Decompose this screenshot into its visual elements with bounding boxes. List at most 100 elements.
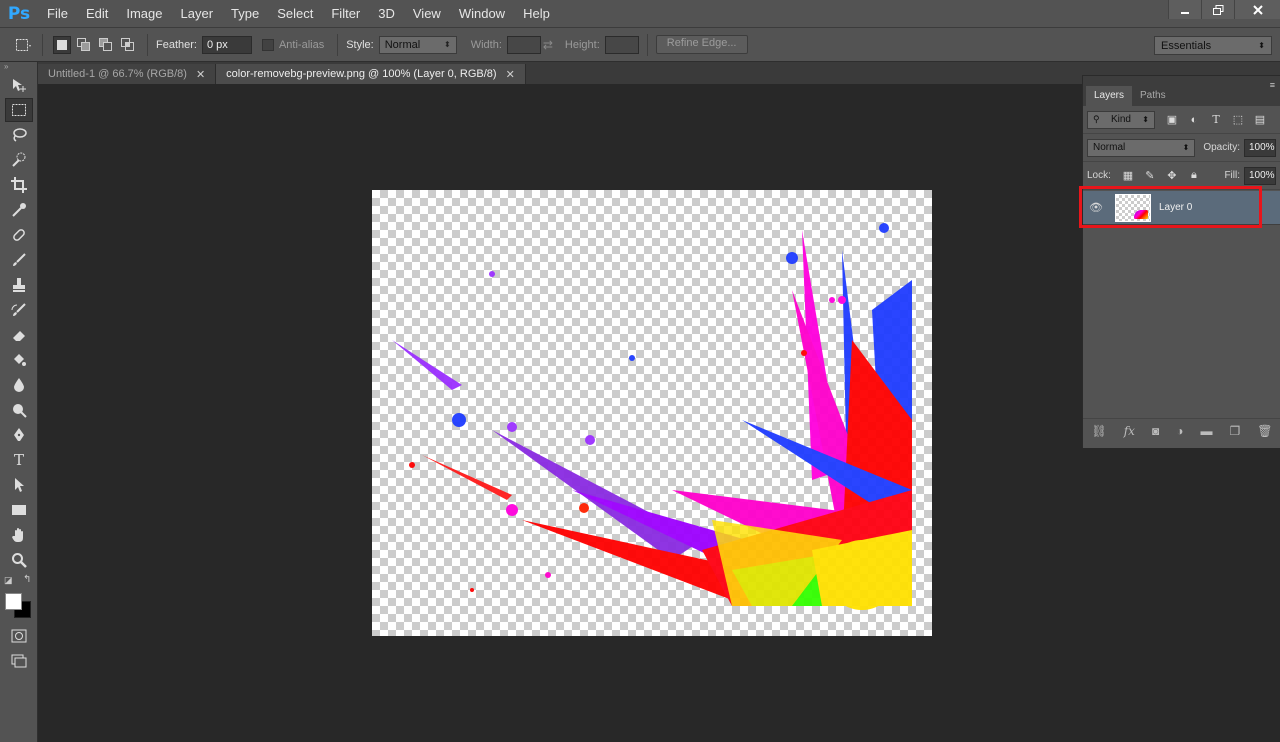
type-tool[interactable]: T [5, 448, 33, 472]
filter-smart-object-icon[interactable]: ▤ [1249, 113, 1271, 126]
document-canvas[interactable] [372, 190, 932, 636]
antialias-label: Anti-alias [278, 38, 325, 51]
filter-adjustment-icon[interactable]: ◐ [1183, 114, 1205, 126]
paint-bucket-tool[interactable] [5, 348, 33, 372]
new-selection-button[interactable] [53, 35, 71, 54]
menu-file[interactable]: File [38, 6, 77, 21]
menu-bar: Ps File Edit Image Layer Type Select Fil… [0, 0, 1280, 28]
lasso-icon [13, 128, 27, 142]
filter-kind-dropdown[interactable]: ⚲ Kind ⬍ [1087, 110, 1155, 129]
style-dropdown[interactable]: Normal ⬍ [378, 35, 457, 54]
healing-tool[interactable] [5, 223, 33, 247]
add-selection-button[interactable] [75, 36, 93, 54]
quick-select-tool[interactable] [5, 148, 33, 172]
dodge-tool[interactable] [5, 398, 33, 422]
refine-edge-button[interactable]: Refine Edge... [655, 35, 748, 54]
new-selection-icon [57, 39, 67, 50]
close-tab-icon[interactable]: ✕ [506, 68, 515, 81]
default-colors-icon[interactable]: ◪ [4, 575, 13, 586]
feather-input[interactable]: 0 px [201, 35, 252, 54]
menu-select[interactable]: Select [268, 6, 322, 21]
width-label: Width: [470, 38, 502, 51]
filter-pixel-icon[interactable]: ▣ [1161, 113, 1183, 126]
height-input[interactable] [604, 35, 639, 54]
lasso-tool[interactable] [5, 123, 33, 147]
tab-color-removebg[interactable]: color-removebg-preview.png @ 100% (Layer… [216, 64, 526, 84]
foreground-color-swatch[interactable] [5, 593, 22, 610]
adjustment-layer-icon[interactable]: ◑ [1176, 424, 1183, 438]
menu-3d[interactable]: 3D [369, 6, 404, 21]
menu-filter[interactable]: Filter [322, 6, 369, 21]
workspace-dropdown[interactable]: Essentials ⬍ [1154, 36, 1272, 55]
subtract-selection-icon [99, 37, 112, 51]
restore-icon [1212, 4, 1223, 15]
close-button[interactable] [1234, 0, 1280, 19]
subtract-selection-button[interactable] [97, 36, 115, 54]
crop-tool[interactable] [5, 173, 33, 197]
tools-panel: » T ◪ ↰ [0, 62, 38, 742]
stamp-tool[interactable] [5, 273, 33, 297]
menu-layer[interactable]: Layer [172, 6, 223, 21]
tab-paths[interactable]: Paths [1132, 86, 1174, 106]
menu-help[interactable]: Help [514, 6, 559, 21]
eraser-tool[interactable] [5, 323, 33, 347]
lock-pixels-icon[interactable]: ✎ [1139, 169, 1161, 182]
path-select-tool[interactable] [5, 473, 33, 497]
link-layers-icon[interactable]: ⛓ [1092, 424, 1107, 438]
panel-grip-icon[interactable]: » [0, 62, 37, 72]
lock-position-icon[interactable]: ✥ [1161, 169, 1183, 182]
lock-label: Lock: [1087, 170, 1111, 181]
menu-window[interactable]: Window [450, 6, 514, 21]
filter-kind-value: Kind [1110, 114, 1131, 125]
swap-dimensions-icon[interactable]: ⇄ [541, 38, 555, 52]
style-label: Style: [346, 38, 374, 51]
marquee-tool[interactable] [5, 98, 33, 122]
opacity-input[interactable]: 100% [1244, 138, 1276, 157]
delete-layer-icon[interactable]: 🗑︎ [1257, 424, 1272, 438]
eyedropper-tool[interactable] [5, 198, 33, 222]
lock-all-icon[interactable]: 🔒︎ [1183, 169, 1205, 182]
quick-mask-button[interactable] [5, 624, 33, 648]
brush-tool[interactable] [5, 248, 33, 272]
new-group-icon[interactable]: ▬ [1200, 424, 1212, 438]
fill-label: Fill: [1224, 170, 1240, 181]
layer-style-icon[interactable]: fx [1124, 424, 1135, 438]
filter-type-icon[interactable]: T [1205, 113, 1227, 126]
restore-button[interactable] [1201, 0, 1234, 19]
move-tool[interactable] [5, 73, 33, 97]
fill-input[interactable]: 100% [1244, 166, 1276, 185]
panel-menu-icon[interactable]: ≡ [1270, 80, 1275, 90]
crop-icon [11, 177, 27, 193]
new-layer-icon[interactable]: ❐ [1229, 424, 1240, 438]
layer-filter-row: ⚲ Kind ⬍ ▣ ◐ T ⬚ ▤ [1083, 106, 1280, 134]
zoom-tool[interactable] [5, 548, 33, 572]
rectangle-tool[interactable] [5, 498, 33, 522]
feather-label: Feather: [156, 38, 197, 51]
screen-mode-button[interactable] [5, 649, 33, 673]
blend-mode-dropdown[interactable]: Normal ⬍ [1087, 138, 1196, 157]
swap-colors-icon[interactable]: ↰ [23, 574, 31, 585]
history-brush-tool[interactable] [5, 298, 33, 322]
tab-layers[interactable]: Layers [1086, 86, 1133, 106]
close-tab-icon[interactable]: ✕ [196, 68, 205, 81]
clone-stamp-icon [13, 278, 25, 292]
intersect-selection-icon [121, 37, 134, 51]
paint-splash-image [392, 223, 912, 610]
marquee-preset-picker[interactable] [14, 36, 32, 54]
pen-tool[interactable] [5, 423, 33, 447]
menu-type[interactable]: Type [222, 6, 268, 21]
hand-tool[interactable] [5, 523, 33, 547]
menu-edit[interactable]: Edit [77, 6, 117, 21]
menu-image[interactable]: Image [117, 6, 171, 21]
tab-untitled[interactable]: Untitled-1 @ 66.7% (RGB/8) ✕ [38, 64, 217, 84]
filter-shape-icon[interactable]: ⬚ [1227, 113, 1249, 126]
width-input[interactable] [506, 35, 541, 54]
color-picker-area: ◪ ↰ [0, 573, 37, 623]
lock-transparency-icon[interactable]: ▦ [1117, 169, 1139, 182]
menu-view[interactable]: View [404, 6, 450, 21]
intersect-selection-button[interactable] [119, 36, 137, 54]
antialias-checkbox[interactable] [261, 38, 274, 51]
minimize-button[interactable] [1168, 0, 1201, 19]
blur-tool[interactable] [5, 373, 33, 397]
add-mask-icon[interactable]: ◙ [1152, 424, 1159, 438]
